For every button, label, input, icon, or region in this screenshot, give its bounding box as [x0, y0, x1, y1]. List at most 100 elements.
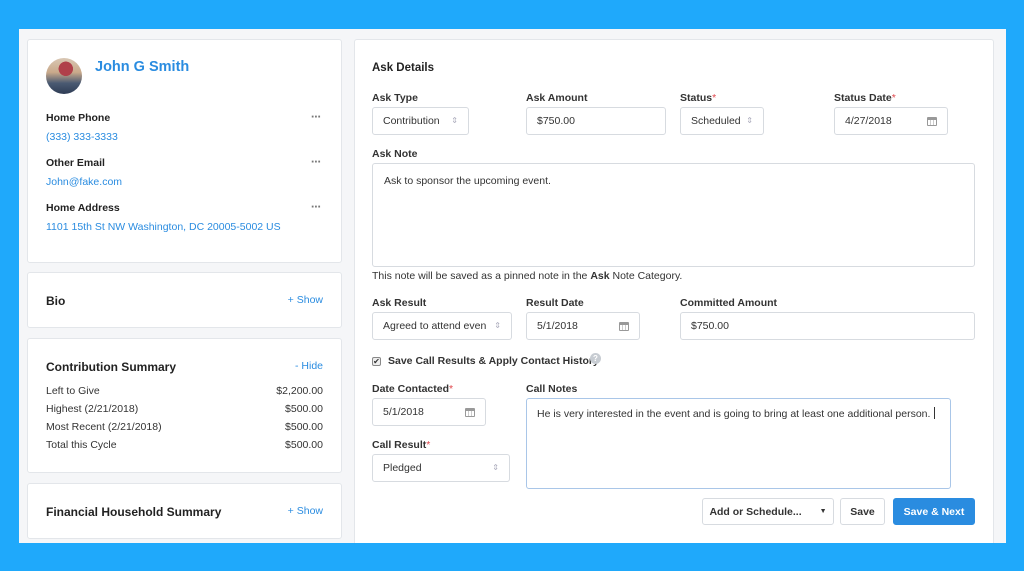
ask-type-select[interactable]: Contribution ⇕ — [372, 107, 469, 135]
call-notes-label: Call Notes — [526, 383, 578, 395]
summary-row: Left to Give $2,200.00 — [46, 385, 323, 397]
status-date-label-text: Status Date — [834, 92, 892, 104]
summary-row: Total this Cycle $500.00 — [46, 439, 323, 451]
summary-value: $500.00 — [285, 439, 323, 451]
financial-household-show-toggle[interactable]: + Show — [288, 505, 323, 517]
call-notes-value: He is very interested in the event and i… — [537, 408, 931, 420]
date-contacted-label: Date Contacted* — [372, 383, 453, 395]
contact-name[interactable]: John G Smith — [95, 59, 189, 75]
bio-show-toggle[interactable]: + Show — [288, 294, 323, 306]
updown-chevron-icon: ⇕ — [451, 116, 458, 125]
add-or-schedule-dropdown[interactable]: Add or Schedule... ▼ — [702, 498, 834, 525]
helper-prefix: This note will be saved as a pinned note… — [372, 270, 591, 282]
summary-label: Most Recent (2/21/2018) — [46, 421, 162, 433]
required-marker: * — [426, 439, 431, 451]
date-contacted-input[interactable]: 5/1/2018 — [372, 398, 486, 426]
status-select[interactable]: Scheduled ⇕ — [680, 107, 764, 135]
date-contacted-value: 5/1/2018 — [383, 406, 424, 418]
call-result-label-text: Call Result — [372, 439, 427, 451]
financial-household-title: Financial Household Summary — [46, 505, 222, 519]
save-call-results-label[interactable]: Save Call Results & Apply Contact Histor… — [388, 355, 599, 367]
ask-note-helper-text: This note will be saved as a pinned note… — [372, 270, 682, 282]
result-date-value: 5/1/2018 — [537, 320, 578, 332]
committed-amount-value: $750.00 — [691, 320, 729, 332]
ask-note-textarea[interactable]: Ask to sponsor the upcoming event. — [372, 163, 975, 267]
status-date-input[interactable]: 4/27/2018 — [834, 107, 948, 135]
more-options-icon[interactable]: ⋯ — [311, 202, 321, 213]
more-options-icon[interactable]: ⋯ — [311, 112, 321, 123]
summary-row: Highest (2/21/2018) $500.00 — [46, 403, 323, 415]
more-options-icon[interactable]: ⋯ — [311, 157, 321, 168]
status-value: Scheduled — [691, 115, 741, 127]
help-icon[interactable]: ? — [590, 353, 601, 364]
contribution-summary-hide-toggle[interactable]: - Hide — [295, 360, 323, 372]
helper-category: Ask — [590, 270, 610, 282]
profile-card: John G Smith Home Phone (333) 333-3333 ⋯… — [27, 39, 342, 263]
result-date-input[interactable]: 5/1/2018 — [526, 312, 640, 340]
calendar-icon[interactable] — [619, 321, 629, 331]
call-result-select[interactable]: Pledged ⇕ — [372, 454, 510, 482]
field-home-address: Home Address 1101 15th St NW Washington,… — [46, 202, 323, 233]
ask-details-panel: Ask Details Ask Type Contribution ⇕ Ask … — [354, 39, 994, 543]
text-cursor — [934, 407, 936, 419]
date-contacted-label-text: Date Contacted — [372, 383, 450, 395]
caret-down-icon: ▼ — [819, 508, 827, 515]
financial-household-card: Financial Household Summary + Show — [27, 483, 342, 539]
summary-value: $2,200.00 — [276, 385, 323, 397]
ask-result-label: Ask Result — [372, 297, 427, 309]
contribution-summary-title: Contribution Summary — [46, 360, 177, 374]
ask-type-value: Contribution — [383, 115, 440, 127]
field-label: Home Address — [46, 202, 120, 214]
calendar-icon[interactable] — [465, 407, 475, 417]
field-label: Home Phone — [46, 112, 111, 124]
updown-chevron-icon: ⇕ — [492, 463, 499, 472]
committed-amount-input[interactable]: $750.00 — [680, 312, 975, 340]
summary-value: $500.00 — [285, 421, 323, 433]
required-marker: * — [891, 92, 896, 104]
save-button[interactable]: Save — [840, 498, 885, 525]
ask-note-label: Ask Note — [372, 148, 418, 160]
result-date-label: Result Date — [526, 297, 584, 309]
field-other-email: Other Email John@fake.com ⋯ — [46, 157, 323, 188]
required-marker: * — [712, 92, 717, 104]
ask-details-title: Ask Details — [372, 62, 435, 74]
bio-card: Bio + Show — [27, 272, 342, 328]
summary-label: Total this Cycle — [46, 439, 117, 451]
summary-value: $500.00 — [285, 403, 323, 415]
call-result-value: Pledged — [383, 462, 422, 474]
field-home-phone: Home Phone (333) 333-3333 ⋯ — [46, 112, 323, 143]
updown-chevron-icon: ⇕ — [746, 116, 753, 125]
field-value[interactable]: (333) 333-3333 — [46, 131, 323, 143]
status-label-text: Status — [680, 92, 713, 104]
summary-row: Most Recent (2/21/2018) $500.00 — [46, 421, 323, 433]
call-notes-textarea[interactable]: He is very interested in the event and i… — [526, 398, 951, 489]
field-label: Other Email — [46, 157, 105, 169]
avatar — [46, 58, 82, 94]
status-label: Status* — [680, 92, 716, 104]
add-or-schedule-label: Add or Schedule... — [709, 505, 802, 518]
updown-chevron-icon: ⇕ — [494, 321, 501, 330]
ask-note-value: Ask to sponsor the upcoming event. — [384, 175, 551, 187]
summary-label: Highest (2/21/2018) — [46, 403, 139, 415]
page-frame: John G Smith Home Phone (333) 333-3333 ⋯… — [19, 29, 1006, 543]
ask-type-label: Ask Type — [372, 92, 418, 104]
field-value[interactable]: John@fake.com — [46, 176, 323, 188]
field-value[interactable]: 1101 15th St NW Washington, DC 20005-500… — [46, 221, 323, 233]
helper-suffix: Note Category. — [609, 270, 683, 282]
status-date-label: Status Date* — [834, 92, 896, 104]
required-marker: * — [449, 383, 454, 395]
ask-amount-value: $750.00 — [537, 115, 575, 127]
status-date-value: 4/27/2018 — [845, 115, 892, 127]
call-result-label: Call Result* — [372, 439, 430, 451]
save-call-results-checkbox[interactable]: ✔ — [372, 357, 381, 366]
ask-result-select[interactable]: Agreed to attend even ⇕ — [372, 312, 512, 340]
save-and-next-button[interactable]: Save & Next — [893, 498, 975, 525]
calendar-icon[interactable] — [927, 116, 937, 126]
summary-label: Left to Give — [46, 385, 100, 397]
ask-result-value: Agreed to attend even — [383, 320, 487, 332]
contribution-summary-card: Contribution Summary - Hide Left to Give… — [27, 338, 342, 473]
ask-amount-label: Ask Amount — [526, 92, 588, 104]
ask-amount-input[interactable]: $750.00 — [526, 107, 666, 135]
committed-amount-label: Committed Amount — [680, 297, 778, 309]
bio-title: Bio — [46, 294, 66, 308]
